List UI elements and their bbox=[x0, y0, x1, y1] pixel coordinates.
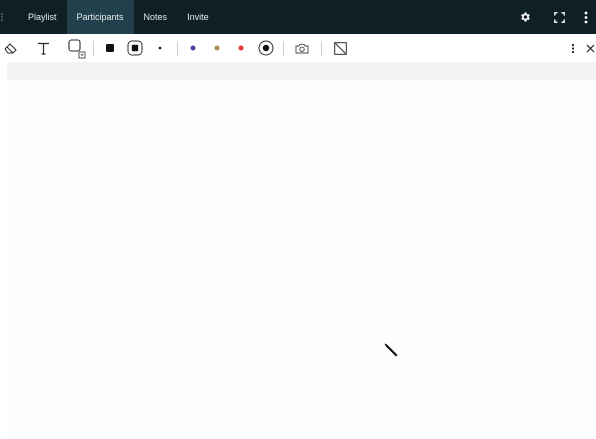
color-purple[interactable] bbox=[186, 34, 200, 62]
tab-participants[interactable]: Participants bbox=[66, 0, 134, 34]
fill-shape-tool[interactable] bbox=[101, 34, 119, 62]
toolbar-divider bbox=[283, 41, 284, 56]
tab-playlist[interactable]: Playlist bbox=[18, 0, 67, 34]
clear-canvas-icon bbox=[333, 41, 347, 55]
color-red[interactable] bbox=[234, 34, 248, 62]
top-bar: Playlist Participants Notes Invite bbox=[0, 0, 596, 34]
color-swatch-icon bbox=[190, 45, 196, 51]
text-tool[interactable] bbox=[32, 34, 54, 62]
settings-button[interactable] bbox=[508, 0, 542, 34]
fullscreen-icon bbox=[553, 11, 565, 23]
tab-label: Playlist bbox=[28, 12, 57, 22]
tab-label: Notes bbox=[143, 12, 168, 22]
canvas-header-strip bbox=[7, 62, 596, 80]
toolbar-divider bbox=[177, 41, 178, 56]
color-swatch-icon bbox=[238, 45, 244, 51]
clear-canvas-button[interactable] bbox=[331, 34, 349, 62]
toolbar-divider bbox=[321, 41, 322, 56]
tab-bar: Playlist Participants Notes Invite bbox=[0, 0, 219, 34]
tab-scroll-edge[interactable] bbox=[0, 0, 18, 34]
color-black-selected[interactable] bbox=[256, 34, 276, 62]
dot-size-icon bbox=[158, 46, 162, 50]
left-edge bbox=[0, 62, 7, 439]
eraser-tool[interactable] bbox=[0, 34, 22, 62]
tab-label: Participants bbox=[76, 12, 124, 22]
camera-icon bbox=[295, 43, 309, 53]
eraser-icon bbox=[4, 43, 17, 54]
fullscreen-button[interactable] bbox=[542, 0, 576, 34]
more-vertical-icon bbox=[584, 11, 588, 23]
gear-icon bbox=[521, 12, 530, 22]
more-vertical-icon bbox=[571, 43, 575, 53]
top-right-controls bbox=[508, 0, 596, 34]
outline-square-icon bbox=[127, 40, 143, 56]
tab-invite[interactable]: Invite bbox=[177, 0, 219, 34]
pen-cursor-icon bbox=[383, 342, 399, 358]
brush-size-tool[interactable] bbox=[152, 34, 168, 62]
drag-handle-icon bbox=[1, 13, 3, 21]
shape-icon bbox=[68, 39, 86, 59]
fill-square-icon bbox=[106, 44, 114, 52]
tab-notes[interactable]: Notes bbox=[134, 0, 178, 34]
screenshot-button[interactable] bbox=[292, 34, 312, 62]
drawing-toolbar bbox=[0, 34, 596, 62]
toolbar-divider bbox=[93, 41, 94, 56]
color-swatch-icon bbox=[214, 45, 220, 51]
whiteboard-canvas[interactable] bbox=[7, 80, 596, 439]
color-tan[interactable] bbox=[210, 34, 224, 62]
outline-shape-tool[interactable] bbox=[125, 34, 145, 62]
close-toolbar-button[interactable] bbox=[584, 34, 596, 62]
toolbar-more-button[interactable] bbox=[566, 34, 580, 62]
top-more-button[interactable] bbox=[576, 0, 596, 34]
close-icon bbox=[586, 44, 594, 52]
selected-color-icon bbox=[258, 40, 274, 56]
tab-label: Invite bbox=[187, 12, 209, 22]
shape-tool[interactable] bbox=[64, 34, 90, 62]
text-icon bbox=[37, 42, 49, 55]
